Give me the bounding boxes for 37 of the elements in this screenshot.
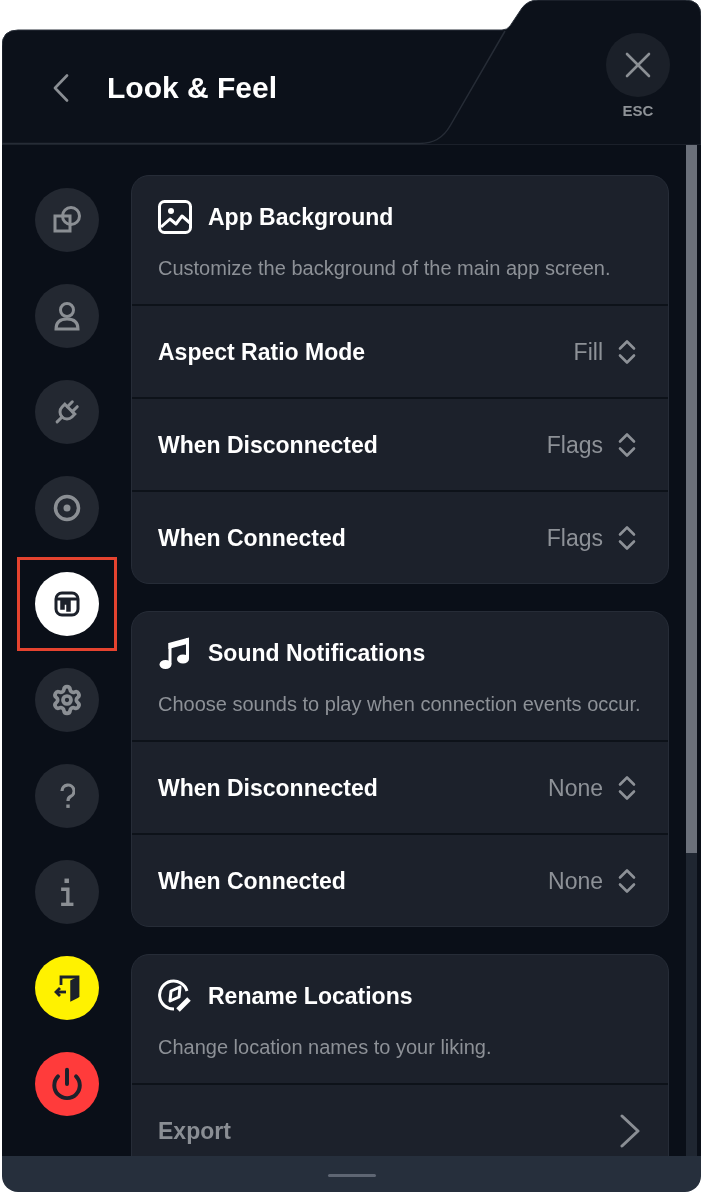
compass-pencil-icon [158,979,192,1013]
help-icon [58,783,75,809]
up-down-chevron-icon [617,338,637,365]
value-select[interactable]: None [548,866,637,895]
power-icon [49,1067,84,1101]
value-select[interactable]: Flags [546,523,637,552]
card-title: Rename Locations [208,982,413,1010]
info-icon [59,878,74,906]
setting-label: When Connected [158,866,346,895]
card-description: Customize the background of the main app screen. [158,256,612,280]
value-select[interactable]: Fill [573,337,637,366]
drag-handle[interactable] [327,1173,376,1177]
ring-dot-icon [51,493,82,523]
setting-label: Aspect Ratio Mode [158,337,366,366]
card-title: Sound Notifications [208,639,426,667]
scrollbar-thumb[interactable] [686,145,697,853]
settings-icon [50,684,83,716]
value-select[interactable]: Flags [546,430,637,459]
value-select[interactable]: None [548,773,637,802]
shortcut-hint: ESC [622,103,654,119]
image-icon [158,200,192,234]
up-down-chevron-icon [617,774,637,801]
chevron-right-icon [619,1113,641,1148]
up-down-chevron-icon [617,524,637,551]
card-description: Change location names to your liking. [158,1035,493,1059]
chevron-left-icon [52,74,70,102]
close-icon [625,52,651,78]
up-down-chevron-icon [617,867,637,894]
setting-label: When Disconnected [158,430,378,459]
card-description: Choose sounds to play when connection events occur. [158,692,642,716]
shapes-icon [51,205,82,235]
up-down-chevron-icon [617,431,637,458]
card-title: App Background [208,203,394,231]
setting-label: When Connected [158,523,346,552]
page-title: Look & Feel [107,70,278,106]
setting-label: When Disconnected [158,773,378,802]
music-note-icon [158,636,192,670]
